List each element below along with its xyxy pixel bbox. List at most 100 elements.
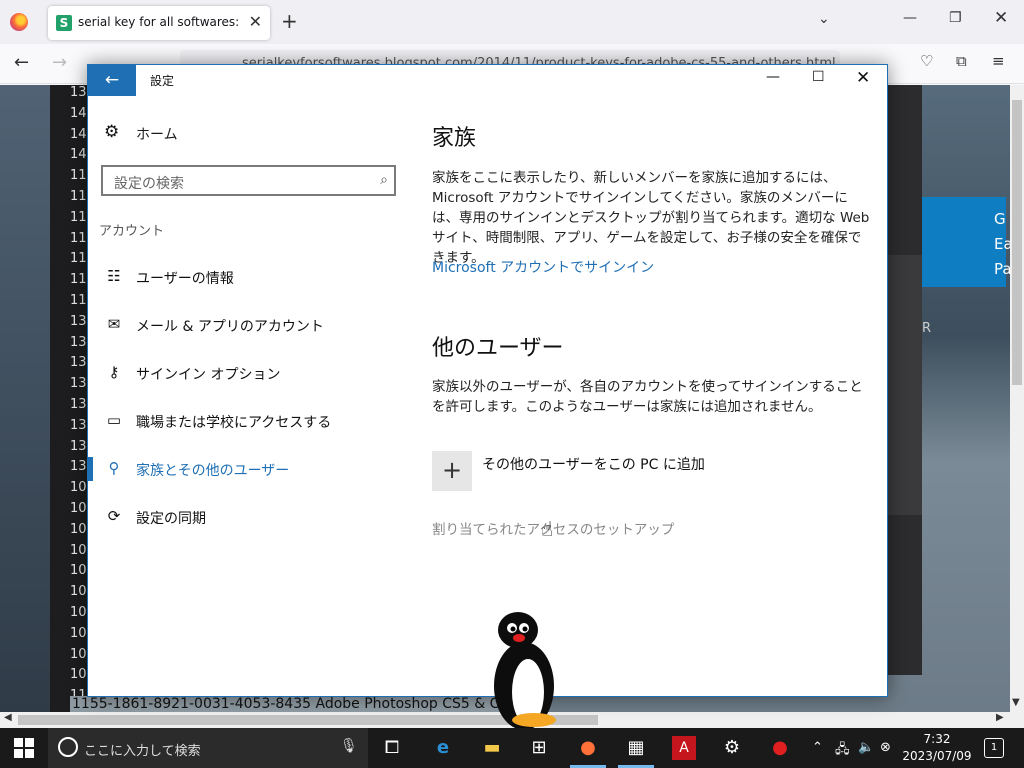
sidebar-item-email-accounts[interactable]: ✉ メール & アプリのアカウント xyxy=(88,307,408,343)
microphone-icon[interactable]: 🎙 xyxy=(340,738,358,754)
line-number: 10 xyxy=(70,480,87,496)
browser-close-icon[interactable]: ✕ xyxy=(994,8,1008,28)
scroll-left-arrow-icon[interactable]: ◀ xyxy=(4,712,12,723)
plus-icon: + xyxy=(432,451,472,491)
line-number: 115 xyxy=(70,188,95,204)
line-number: 10 xyxy=(70,625,87,641)
volume-muted-icon[interactable]: 🔈 xyxy=(858,740,874,755)
extensions-icon[interactable]: ⧉ xyxy=(956,52,967,70)
sync-icon: ⟳ xyxy=(107,507,121,525)
add-user-label: その他のユーザーをこの PC に追加 xyxy=(482,457,705,473)
taskbar-search-box[interactable]: ここに入力して検索 🎙 xyxy=(48,728,368,768)
settings-back-button[interactable]: ← xyxy=(88,65,136,96)
browser-minimize-icon[interactable]: — xyxy=(903,10,917,26)
line-number: 10 xyxy=(70,563,87,579)
firefox-taskbar-icon[interactable]: ● xyxy=(576,736,600,760)
scroll-down-arrow-icon[interactable]: ▼ xyxy=(1012,697,1020,708)
settings-search-input[interactable]: 設定の検索 ⌕ xyxy=(101,165,396,196)
scroll-right-arrow-icon[interactable]: ▶ xyxy=(996,712,1004,723)
browser-restore-icon[interactable]: ❐ xyxy=(949,10,962,26)
cortana-circle-icon xyxy=(58,737,78,757)
mail-icon: ✉ xyxy=(107,315,121,333)
microsoft-signin-link[interactable]: Microsoft アカウントでサインイン xyxy=(432,257,654,277)
sidebar-item-label: メール & アプリのアカウント xyxy=(136,319,324,335)
line-number: 13 xyxy=(70,417,87,433)
network-icon[interactable]: 🖧 xyxy=(835,740,850,762)
other-users-description: 家族以外のユーザーが、各自のアカウントを使ってサインインすることを許可します。こ… xyxy=(432,379,863,415)
adobe-app-icon[interactable]: A xyxy=(672,736,696,760)
task-view-icon[interactable]: ⧠ xyxy=(380,736,404,760)
settings-minimize-icon[interactable]: — xyxy=(766,69,780,85)
sidebar-item-label: サインイン オプション xyxy=(136,367,281,383)
taskbar-clock[interactable]: 7:32 2023/07/09 xyxy=(902,731,972,765)
blue-advert-box[interactable]: G Ea Pa xyxy=(922,197,1010,287)
user-card-icon: ☷ xyxy=(107,267,121,285)
penguin-app-icon[interactable]: ● xyxy=(768,736,792,760)
settings-gear-taskbar-icon[interactable]: ⚙ xyxy=(720,736,744,760)
sidebar-item-label: 職場または学校にアクセスする xyxy=(136,415,332,431)
line-number: 115 xyxy=(70,168,95,184)
sidebar-item-label: ユーザーの情報 xyxy=(136,271,234,287)
back-arrow-icon[interactable]: ← xyxy=(14,52,29,73)
ad-text-line: Pa xyxy=(994,260,1010,278)
menu-hamburger-icon[interactable]: ≡ xyxy=(992,52,1005,70)
serial-number-list: 13 14 14 14 115 115 115 115 119 115 115 13 13 13 13 13 1… xyxy=(50,85,95,712)
browser-tab-bar: S serial key for all softwares: Prod ✕ +… xyxy=(0,0,1024,44)
line-number: 14 xyxy=(70,105,87,121)
settings-maximize-icon[interactable]: ☐ xyxy=(812,69,825,85)
firefox-logo-icon[interactable] xyxy=(10,13,28,31)
site-favicon-icon: S xyxy=(56,15,72,31)
line-number: 13 xyxy=(70,396,87,412)
line-number: 115 xyxy=(70,292,95,308)
sidebar-item-work-school[interactable]: ▭ 職場または学校にアクセスする xyxy=(88,403,408,439)
tray-chevron-up-icon[interactable]: ⌃ xyxy=(812,740,823,755)
person-icon: ⚲ xyxy=(108,459,120,477)
tab-title: serial key for all softwares: Prod xyxy=(78,15,244,29)
pocket-icon[interactable]: ♡ xyxy=(920,52,933,70)
section-label-accounts: アカウント xyxy=(99,224,165,239)
settings-close-icon[interactable]: ✕ xyxy=(856,68,870,88)
line-number: 13 xyxy=(70,438,87,454)
list-tabs-chevron-icon[interactable]: ⌄ xyxy=(818,11,830,27)
tray-app-close-icon[interactable]: ⊗ xyxy=(880,740,891,755)
briefcase-icon: ▭ xyxy=(106,411,122,429)
browser-tab[interactable]: S serial key for all softwares: Prod ✕ xyxy=(48,6,270,40)
forward-arrow-icon[interactable]: → xyxy=(52,52,67,73)
line-number: 10 xyxy=(70,667,87,683)
family-heading: 家族 xyxy=(432,126,477,151)
penguin-mascot xyxy=(494,612,556,730)
page-scroll-thumb[interactable] xyxy=(1012,100,1022,385)
control-panel-icon[interactable]: ▦ xyxy=(624,736,648,760)
sidebar-item-label: 設定の同期 xyxy=(136,511,206,527)
family-description: 家族をここに表示したり、新しいメンバーを家族に追加するには、Microsoft … xyxy=(432,170,870,266)
line-number: 14 xyxy=(70,147,87,163)
sidebar-item-your-info[interactable]: ☷ ユーザーの情報 xyxy=(88,259,408,295)
gear-icon: ⚙ xyxy=(104,122,120,142)
line-number: 115 xyxy=(70,230,95,246)
tab-close-icon[interactable]: ✕ xyxy=(249,12,262,31)
line-number: 115 xyxy=(70,209,95,225)
sidebar-item-signin-options[interactable]: ⚷ サインイン オプション xyxy=(88,355,408,391)
file-explorer-icon[interactable]: ▬ xyxy=(480,736,504,760)
settings-title-bar[interactable]: ← 設定 — ☐ ✕ xyxy=(88,65,887,96)
edge-browser-icon[interactable]: e xyxy=(431,736,455,760)
search-placeholder: 設定の検索 xyxy=(114,176,184,192)
line-number: 13 xyxy=(70,459,87,475)
line-number: 119 xyxy=(70,251,95,267)
line-number: 10 xyxy=(70,521,87,537)
search-icon: ⌕ xyxy=(380,172,388,188)
notification-center-icon[interactable]: 1 xyxy=(984,738,1004,758)
new-tab-plus-icon[interactable]: + xyxy=(281,9,298,33)
microsoft-store-icon[interactable]: ⊞ xyxy=(527,736,551,760)
sidebar-item-family-users[interactable]: ⚲ 家族とその他のユーザー xyxy=(88,451,408,487)
other-users-heading: 他のユーザー xyxy=(432,336,564,361)
sidebar-item-sync-settings[interactable]: ⟳ 設定の同期 xyxy=(88,499,408,535)
taskbar-search-placeholder: ここに入力して検索 xyxy=(84,744,201,759)
settings-window: ← 設定 — ☐ ✕ ⚙ ホーム 設定の検索 ⌕ アカウント ☷ ユーザーの情報… xyxy=(87,64,888,697)
line-number: 13 xyxy=(70,355,87,371)
windows-start-icon[interactable] xyxy=(14,738,34,758)
home-label: ホーム xyxy=(136,127,178,143)
hand-cursor-icon: ☝ xyxy=(541,517,554,541)
clock-date: 2023/07/09 xyxy=(902,749,972,763)
add-other-user-button[interactable]: + その他のユーザーをこの PC に追加 xyxy=(432,450,832,492)
